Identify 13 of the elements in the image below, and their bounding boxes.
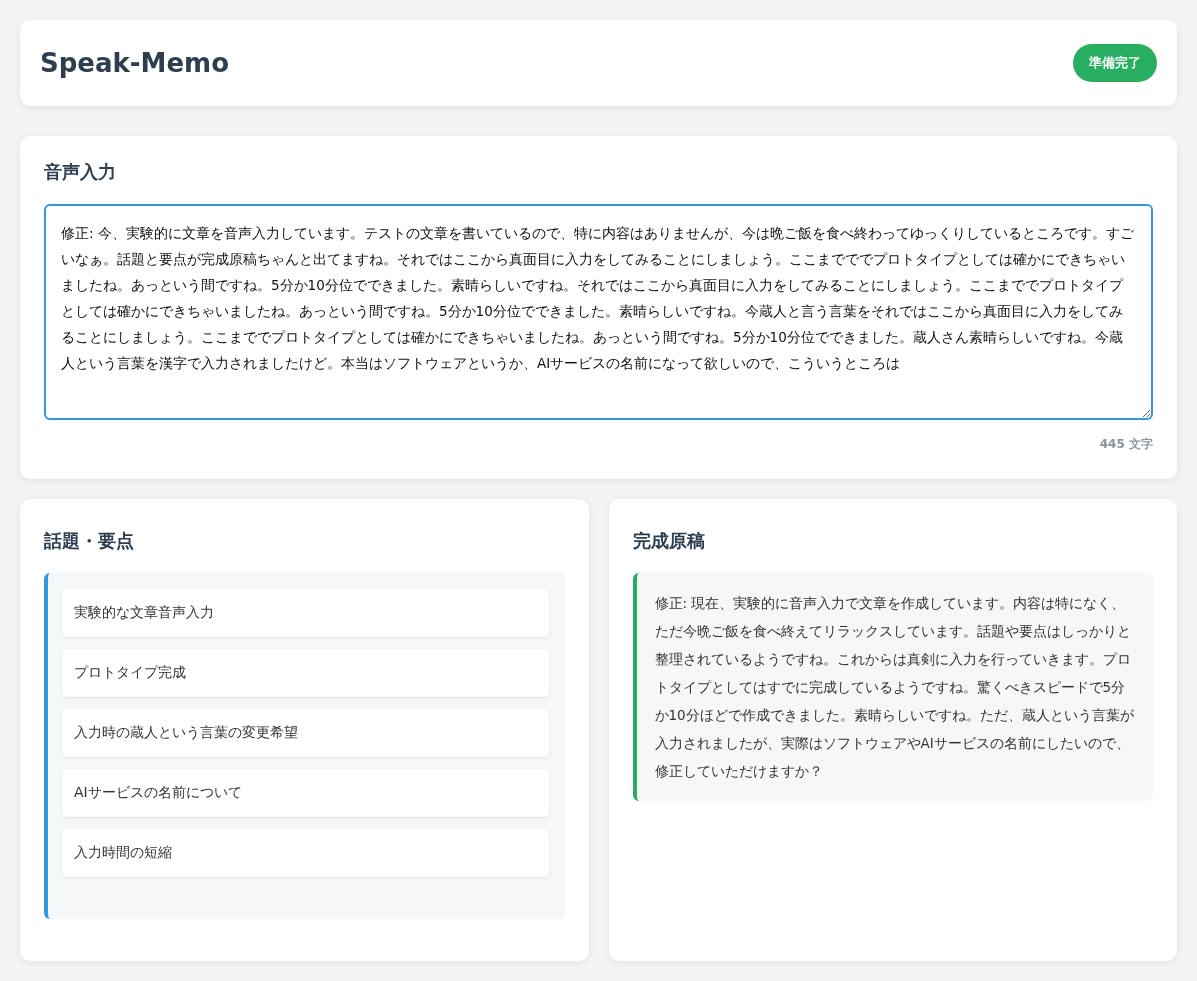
app-title: Speak-Memo: [40, 48, 230, 78]
topic-item: 実験的な文章音声入力: [62, 589, 549, 637]
draft-text: 修正: 現在、実験的に音声入力で文章を作成しています。内容は特になく、ただ今晩ご飯を食べ終えてリラックスしています。話題や要点はしっかりと整理されているようですね。これからは真剣に入力を行っていきます。プロトタイプとしてはすでに完成しているようですね。驚くべきスピードで5分か10分ほどで作成できました。素晴らしいですね。ただ、蔵人という言葉が入力されましたが、実際はソフトウェアやAIサービスの名前にしたいので、修正していただけますか？: [632, 573, 1153, 801]
character-count: 445 文字: [1098, 436, 1153, 453]
section-heading: 音声入力: [44, 160, 117, 184]
section-heading: 完成原稿: [632, 529, 706, 553]
topic-item: プロトタイプ完成: [62, 649, 549, 697]
topic-item: AIサービスの名前について: [62, 769, 549, 817]
status-badge: 準備完了: [1073, 44, 1157, 82]
topic-item: 入力時の蔵人という言葉の変更希望: [62, 709, 549, 757]
voice-input-field[interactable]: 修正: 今、実験的に文章を音声入力しています。テストの文章を書いているので、特に内容はありませんが、今は晩ご飯を食べ終わってゆっくりしているところです。すごいなぁ。話題と要点が完成原稿ちゃんと出てますね。それではここから真面目に入力をしてみることにしましょう。ここまでででプロトタイプとしては確かにできちゃいましたね。あっという間ですね。5分か10分位でできました。素晴らしいですね。それではここから真面目に入力をしてみることにしましょう。ここまででプロトタイプとしては確かにできちゃいましたね。あっという間ですね。5分か10分位でできました。素晴らしいですね。今蔵人と言う言葉をそれではここから真面目に入力をしてみることにしましょう。ここまででプロトタイプとしては確かにできちゃいましたね。あっという間ですね。5分か10分位でできました。蔵人さん素晴らしいですね。今蔵人という言葉を漢字で入力されましたけど。本当はソフトウェアというか、AIサービスの名前になって欲しいので、こういうところは: [44, 204, 1153, 420]
topic-item: 入力時間の短縮: [62, 829, 549, 877]
section-heading: 話題・要点: [44, 529, 135, 553]
